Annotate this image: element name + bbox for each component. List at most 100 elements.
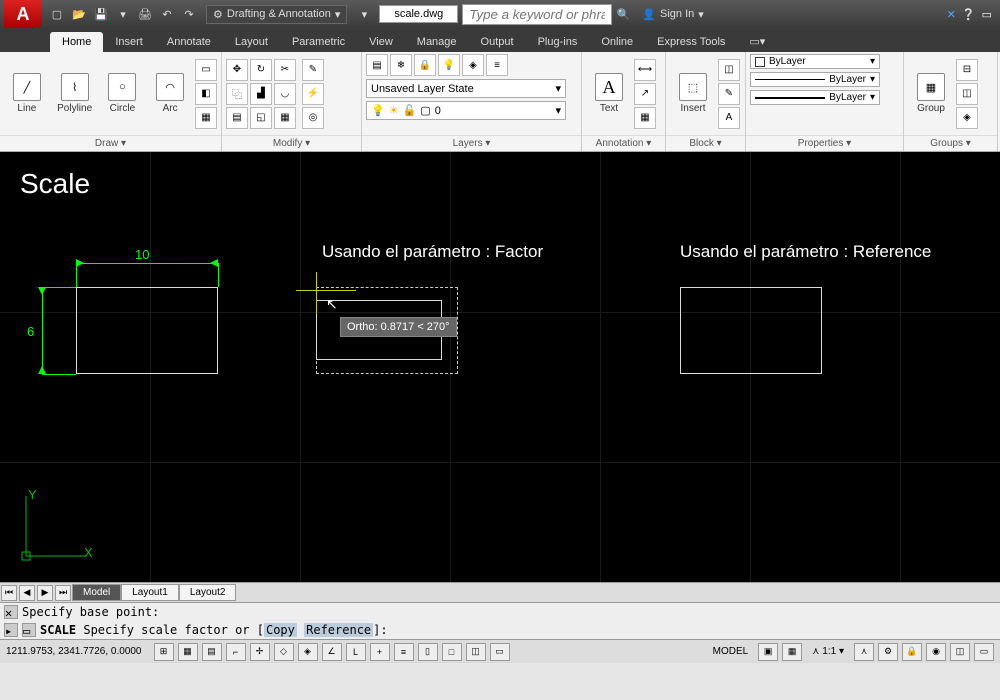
layout-tab-layout2[interactable]: Layout2 [179,584,237,601]
sb-lwt-icon[interactable]: ≡ [394,643,414,661]
sb-snap-icon[interactable]: ▦ [178,643,198,661]
tool-scale-icon[interactable]: ◱ [250,107,272,129]
qat-redo-icon[interactable]: ↷ [179,4,199,24]
status-model[interactable]: MODEL [707,646,755,657]
sb-iso-icon[interactable]: ◫ [950,643,970,661]
tool-edit-block-icon[interactable]: ✎ [718,83,740,105]
layer-state-combo[interactable]: Unsaved Layer State▾ [366,79,566,98]
sb-tpy-icon[interactable]: ▯ [418,643,438,661]
panel-label-modify[interactable]: Modify ▾ [222,135,361,151]
tool-erase-icon[interactable]: ✎ [302,59,324,81]
panel-label-groups[interactable]: Groups ▾ [904,135,997,151]
tab-annotate[interactable]: Annotate [155,32,223,52]
qat-print-icon[interactable]: 🖨 [135,4,155,24]
tool-line[interactable]: ╱Line [4,69,50,118]
layout-nav-prev-icon[interactable]: ◀ [19,585,35,601]
search-icon[interactable]: 🔍 [613,4,633,24]
panel-label-annotation[interactable]: Annotation ▾ [582,135,665,151]
sb-annovis-icon[interactable]: ⋏ [854,643,874,661]
tool-mirror-icon[interactable]: ▟ [250,83,272,105]
tool-leader-icon[interactable]: ↗ [634,83,656,105]
minimize-icon[interactable]: ▭ [982,8,992,21]
layout-nav-first-icon[interactable]: ⏮ [1,585,17,601]
status-annoscale[interactable]: ⋏ 1:1 ▾ [806,646,850,657]
tab-insert[interactable]: Insert [103,32,155,52]
tool-group[interactable]: ▦Group [908,69,954,118]
sb-hw-icon[interactable]: ◉ [926,643,946,661]
workspace-selector[interactable]: ⚙ Drafting & Annotation ▾ [206,5,347,24]
cmd-recent-icon[interactable]: ▭ [22,623,36,637]
layer-current-combo[interactable]: 💡☀🔓▢ 0▾ [366,101,566,120]
draw-extra-icon[interactable]: ▭ [195,59,217,81]
tool-fillet-icon[interactable]: ◡ [274,83,296,105]
tool-group-edit-icon[interactable]: ◫ [956,83,978,105]
qat-saveas-icon[interactable]: ▾ [113,4,133,24]
qat-dropdown-icon[interactable]: ▾ [354,4,374,24]
sb-dyn-icon[interactable]: + [370,643,390,661]
tool-group-sel-icon[interactable]: ◈ [956,107,978,129]
sb-layout-icon[interactable]: ▣ [758,643,778,661]
tool-create-block-icon[interactable]: ◫ [718,59,740,81]
layer-match-icon[interactable]: ≡ [486,54,508,76]
tool-rotate-icon[interactable]: ↻ [250,59,272,81]
layout-nav-next-icon[interactable]: ▶ [37,585,53,601]
tab-parametric[interactable]: Parametric [280,32,357,52]
layout-tab-layout1[interactable]: Layout1 [121,584,179,601]
sb-ortho-icon[interactable]: ⌐ [226,643,246,661]
sb-ws-icon[interactable]: ⚙ [878,643,898,661]
tool-circle[interactable]: ○Circle [100,69,146,118]
panel-label-layers[interactable]: Layers ▾ [362,135,581,151]
exchange-icon[interactable]: ✕ [947,8,956,21]
sb-osnap-icon[interactable]: ◇ [274,643,294,661]
tab-home[interactable]: Home [50,32,103,52]
layer-lock-icon[interactable]: 🔒 [414,54,436,76]
sb-grid-icon[interactable]: ▤ [202,643,222,661]
sb-sc-icon[interactable]: ◫ [466,643,486,661]
tool-text[interactable]: AText [586,69,632,118]
cmd-option-copy[interactable]: Copy [264,623,297,637]
tab-express[interactable]: Express Tools [645,32,737,52]
qat-open-icon[interactable]: 📂 [69,4,89,24]
sb-otrack-icon[interactable]: ∠ [322,643,342,661]
qat-save-icon[interactable]: 💾 [91,4,111,24]
tool-ungroup-icon[interactable]: ⊟ [956,59,978,81]
tool-stretch-icon[interactable]: ▤ [226,107,248,129]
app-logo[interactable]: A [4,0,42,28]
tool-explode-icon[interactable]: ⚡ [302,83,324,105]
lineweight-combo[interactable]: ByLayer▾ [750,90,880,105]
panel-label-block[interactable]: Block ▾ [666,135,745,151]
qat-undo-icon[interactable]: ↶ [157,4,177,24]
cmd-close-icon[interactable]: ✕ [4,605,18,619]
command-line[interactable]: ✕ Specify base point: ▸ ▭ SCALE Specify … [0,602,1000,639]
drawing-canvas[interactable]: Scale Usando el parámetro : Factor Usand… [0,152,1000,582]
layer-off-icon[interactable]: 💡 [438,54,460,76]
layer-freeze-icon[interactable]: ❄ [390,54,412,76]
tool-offset-icon[interactable]: ◎ [302,107,324,129]
panel-label-properties[interactable]: Properties ▾ [746,135,903,151]
tool-copy-icon[interactable]: ⿻ [226,83,248,105]
tool-dimension-icon[interactable]: ⟷ [634,59,656,81]
tool-table-icon[interactable]: ▦ [634,107,656,129]
layout-tab-model[interactable]: Model [72,584,121,601]
layer-iso-icon[interactable]: ◈ [462,54,484,76]
sb-clean-icon[interactable]: ▭ [974,643,994,661]
ribbon-expand-icon[interactable]: ▭▾ [737,31,777,52]
sb-3dosnap-icon[interactable]: ◈ [298,643,318,661]
sb-qview-icon[interactable]: ▦ [782,643,802,661]
tab-layout[interactable]: Layout [223,32,280,52]
sb-ducs-icon[interactable]: L [346,643,366,661]
sb-infer-icon[interactable]: ⊞ [154,643,174,661]
tab-online[interactable]: Online [589,32,645,52]
sb-lock-icon[interactable]: 🔒 [902,643,922,661]
tool-arc[interactable]: ◠Arc [147,69,193,118]
tab-plugins[interactable]: Plug-ins [526,32,590,52]
sb-qp-icon[interactable]: □ [442,643,462,661]
layer-props-icon[interactable]: ▤ [366,54,388,76]
cmd-option-reference[interactable]: Reference [304,623,373,637]
tab-output[interactable]: Output [469,32,526,52]
search-input[interactable] [462,4,612,25]
tool-insert[interactable]: ⬚Insert [670,69,716,118]
tool-array-icon[interactable]: ▦ [274,107,296,129]
tool-polyline[interactable]: ⌇Polyline [52,69,98,118]
tool-attr-icon[interactable]: A [718,107,740,129]
